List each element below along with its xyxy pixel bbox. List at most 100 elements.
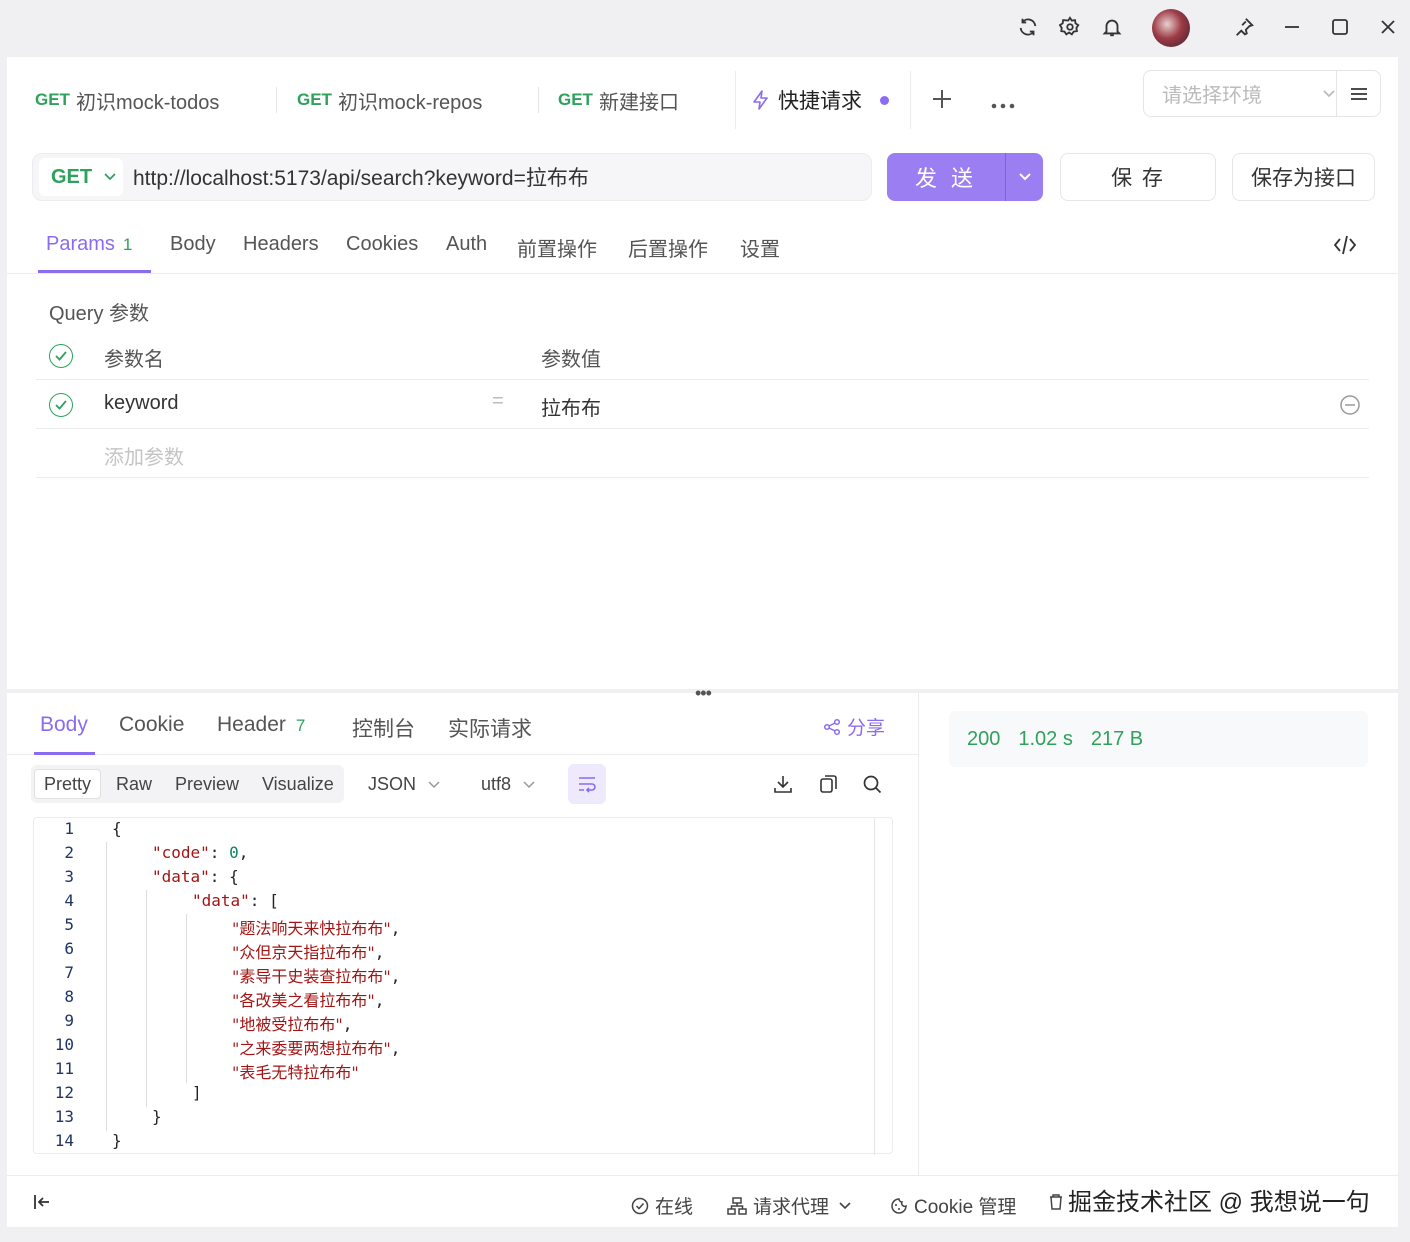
save-button[interactable]: 保 存 bbox=[1060, 153, 1216, 201]
tab-cookies[interactable]: Cookies bbox=[346, 233, 418, 256]
tab-label: 初识mock-todos bbox=[75, 91, 220, 114]
line-number: 3 bbox=[64, 867, 74, 886]
code-icon[interactable] bbox=[1333, 234, 1357, 261]
cookie-manager[interactable]: Cookie 管理 bbox=[890, 1192, 1016, 1219]
query-header-row: 参数名 参数值 bbox=[36, 331, 1369, 380]
bell-icon[interactable] bbox=[1097, 12, 1127, 42]
code-line: "各改美之看拉布布", bbox=[232, 991, 385, 1010]
tab-response-cookie[interactable]: Cookie bbox=[119, 713, 184, 737]
line-number: 1 bbox=[64, 819, 74, 838]
tab-label: Header bbox=[217, 713, 286, 736]
response-divider bbox=[918, 693, 919, 1175]
search-icon[interactable] bbox=[859, 771, 885, 797]
tab-label: 快捷请求 bbox=[778, 90, 862, 113]
collapse-sidebar-icon[interactable] bbox=[32, 1192, 52, 1217]
code-line: "data": [ bbox=[192, 891, 279, 910]
word-wrap-icon[interactable] bbox=[568, 764, 606, 804]
format-select[interactable]: JSON bbox=[368, 774, 440, 795]
send-button[interactable]: 发 送 bbox=[887, 153, 1043, 201]
encoding-value: utf8 bbox=[481, 774, 512, 794]
request-tab[interactable]: GET 新建接口 bbox=[558, 85, 679, 115]
copy-icon[interactable] bbox=[815, 771, 841, 797]
refresh-icon[interactable] bbox=[1013, 12, 1043, 42]
tab-settings[interactable]: 设置 bbox=[740, 233, 780, 262]
line-number: 13 bbox=[54, 1107, 74, 1126]
share-label: 分享 bbox=[847, 718, 886, 739]
tab-post-processors[interactable]: 后置操作 bbox=[628, 233, 708, 262]
select-all-checkbox[interactable] bbox=[49, 344, 73, 368]
maximize-icon[interactable] bbox=[1325, 12, 1355, 42]
format-pretty[interactable]: Pretty bbox=[34, 769, 102, 799]
tab-params[interactable]: Params 1 bbox=[46, 233, 132, 256]
tab-badge: 1 bbox=[122, 235, 133, 254]
request-tab[interactable]: GET 初识mock-repos bbox=[297, 85, 482, 115]
line-number: 5 bbox=[64, 915, 74, 934]
chevron-down-icon[interactable] bbox=[1005, 153, 1043, 201]
tab-headers[interactable]: Headers bbox=[243, 233, 319, 256]
method-label: GET bbox=[297, 90, 332, 109]
add-param-row[interactable]: 添加参数 bbox=[36, 429, 1369, 478]
share-button[interactable]: 分享 bbox=[823, 713, 885, 740]
format-raw[interactable]: Raw bbox=[107, 769, 161, 799]
pin-icon[interactable] bbox=[1229, 12, 1259, 42]
row-checkbox[interactable] bbox=[49, 393, 73, 417]
environment-select[interactable]: 请选择环境 bbox=[1143, 70, 1381, 117]
tab-response-header[interactable]: Header 7 bbox=[217, 713, 305, 737]
avatar[interactable] bbox=[1152, 9, 1190, 47]
download-icon[interactable] bbox=[770, 771, 796, 797]
code-line: { bbox=[112, 819, 122, 838]
unsaved-dot bbox=[880, 95, 889, 105]
trash-icon[interactable] bbox=[1048, 1193, 1064, 1216]
remove-row-icon[interactable] bbox=[1339, 394, 1361, 421]
active-tab-indicator bbox=[38, 270, 151, 273]
param-value-input[interactable]: 拉布布 bbox=[541, 392, 601, 421]
tab-response-body[interactable]: Body bbox=[40, 713, 88, 737]
line-number: 2 bbox=[64, 843, 74, 862]
scrollbar[interactable] bbox=[874, 818, 875, 1155]
cookie-label: Cookie 管理 bbox=[914, 1197, 1017, 1218]
add-param-placeholder[interactable]: 添加参数 bbox=[104, 441, 184, 470]
save-as-api-button[interactable]: 保存为接口 bbox=[1232, 153, 1375, 201]
send-label: 发 送 bbox=[914, 166, 978, 191]
format-tabs: Pretty Raw Preview Visualize bbox=[31, 765, 344, 803]
minimize-icon[interactable] bbox=[1277, 12, 1307, 42]
tab-actual-request[interactable]: 实际请求 bbox=[448, 713, 532, 743]
proxy-label: 请求代理 bbox=[753, 1197, 830, 1218]
line-number: 4 bbox=[64, 891, 74, 910]
response-status: 200 1.02 s 217 B bbox=[949, 711, 1368, 767]
request-tab[interactable]: GET 初识mock-todos bbox=[35, 85, 219, 115]
request-tabs: GET 初识mock-todos GET 初识mock-repos GET 新建… bbox=[7, 57, 1398, 129]
add-tab-icon[interactable] bbox=[931, 88, 953, 115]
code-line: "data": { bbox=[152, 867, 239, 886]
code-line: "表毛无特拉布布" bbox=[232, 1063, 359, 1082]
param-name-input[interactable]: keyword bbox=[104, 392, 178, 415]
code-line: "地被受拉布布", bbox=[232, 1015, 353, 1034]
active-request-tab[interactable]: 快捷请求 bbox=[735, 71, 911, 129]
gear-icon[interactable] bbox=[1055, 12, 1085, 42]
code-line: "众但京天指拉布布", bbox=[232, 943, 385, 962]
response-body-viewer[interactable]: 1 {2 "code": 0, 3 "data": {4 "data": [5 "题法响天来… bbox=[33, 817, 893, 1155]
url-input[interactable]: http://localhost:5173/api/search?keyword… bbox=[133, 162, 589, 192]
tab-auth[interactable]: Auth bbox=[446, 233, 487, 256]
method-select[interactable]: GET bbox=[39, 158, 123, 196]
menu-icon[interactable] bbox=[1336, 71, 1380, 116]
code-line: ] bbox=[192, 1083, 202, 1102]
tab-separator bbox=[276, 87, 277, 113]
format-visualize[interactable]: Visualize bbox=[253, 769, 343, 799]
close-icon[interactable] bbox=[1373, 12, 1403, 42]
proxy-menu[interactable]: 请求代理 bbox=[727, 1192, 851, 1219]
format-preview[interactable]: Preview bbox=[166, 769, 248, 799]
indent-guide bbox=[106, 842, 107, 1131]
tab-console[interactable]: 控制台 bbox=[352, 713, 415, 743]
tab-separator bbox=[538, 87, 539, 113]
tab-pre-processors[interactable]: 前置操作 bbox=[517, 233, 597, 262]
encoding-select[interactable]: utf8 bbox=[481, 774, 535, 795]
response-tabs: Body Cookie Header 7 控制台 实际请求 分享 bbox=[7, 693, 918, 755]
more-icon[interactable] bbox=[991, 96, 1015, 114]
tab-label: 初识mock-repos bbox=[337, 91, 483, 114]
tab-body[interactable]: Body bbox=[170, 233, 216, 256]
online-status[interactable]: 在线 bbox=[631, 1192, 693, 1219]
line-number: 7 bbox=[64, 963, 74, 982]
online-label: 在线 bbox=[655, 1197, 694, 1218]
param-value-header: 参数值 bbox=[541, 349, 601, 371]
